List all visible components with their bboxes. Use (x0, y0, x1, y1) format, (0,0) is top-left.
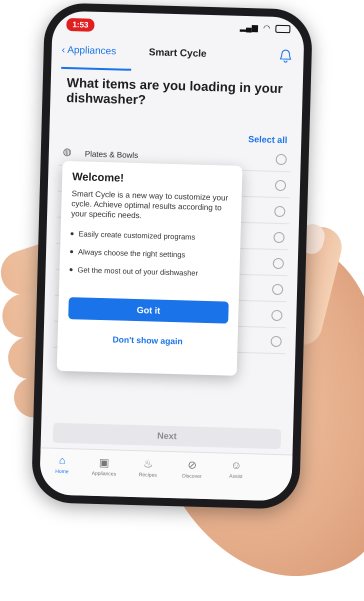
modal-description: Smart Cycle is a new way to customize yo… (71, 189, 229, 221)
home-icon: ⌂ (58, 454, 66, 468)
radio-button[interactable] (273, 231, 285, 244)
tab-bar: ⌂ Home ▣ Appliances ♨ Recipes ⊘ Discover… (39, 447, 293, 502)
radio-button[interactable] (275, 153, 287, 166)
navigation-bar: ‹ Appliances Smart Cycle (61, 41, 294, 69)
phone-screen: 1:53 ▂▄▆ ◠ ‹ Appliances Smart Cycle What… (39, 10, 305, 502)
question-heading: What items are you loading in your dishw… (66, 74, 283, 108)
feature-item: Always choose the right settings (70, 247, 230, 260)
appliance-icon: ▣ (98, 457, 110, 470)
signal-icon: ▂▄▆ (239, 22, 259, 33)
status-bar: 1:53 ▂▄▆ ◠ (66, 17, 291, 38)
assist-icon: ☺ (230, 459, 242, 473)
radio-button[interactable] (271, 309, 283, 322)
radio-button[interactable] (270, 335, 282, 348)
plate-icon: ◍ (62, 146, 72, 159)
tab-label: Home (55, 468, 69, 476)
feature-item: Get the most out of your dishwasher (69, 265, 229, 278)
wifi-icon: ◠ (263, 23, 271, 33)
modal-title: Welcome! (71, 171, 125, 185)
tab-label: Assist (229, 473, 243, 481)
tab-recipes[interactable]: ♨ Recipes (128, 457, 169, 479)
tab-appliances[interactable]: ▣ Appliances (84, 456, 125, 478)
tab-discover[interactable]: ⊘ Discover (172, 458, 213, 480)
radio-button[interactable] (272, 257, 284, 270)
tab-label: Recipes (138, 472, 157, 479)
bell-icon[interactable] (279, 49, 292, 63)
radio-button[interactable] (271, 283, 284, 296)
list-item-label: Plates & Bowls (84, 149, 139, 161)
feature-item: Easily create customized programs (70, 229, 230, 242)
tab-label: Appliances (91, 470, 117, 478)
tab-assist[interactable]: ☺ Assist (216, 459, 257, 480)
tab-home[interactable]: ⌂ Home (42, 454, 83, 475)
compass-icon: ⊘ (187, 459, 197, 472)
smartphone: 1:53 ▂▄▆ ◠ ‹ Appliances Smart Cycle What… (31, 2, 313, 510)
battery-icon (275, 24, 291, 34)
got-it-button[interactable]: Got it (68, 297, 229, 324)
dont-show-again-link[interactable]: Don't show again (58, 333, 238, 348)
tab-label: Discover (182, 473, 202, 480)
status-time: 1:53 (66, 17, 95, 32)
radio-button[interactable] (274, 179, 287, 192)
next-button[interactable]: Next (52, 422, 282, 450)
chef-hat-icon: ♨ (143, 458, 154, 471)
radio-button[interactable] (274, 205, 286, 218)
page-title: Smart Cycle (148, 47, 207, 60)
nav-underline (61, 66, 132, 71)
welcome-modal: Welcome! Smart Cycle is a new way to cus… (56, 160, 243, 376)
status-icons: ▂▄▆ ◠ (237, 22, 291, 34)
select-all-button[interactable]: Select all (248, 134, 287, 145)
feature-list: Easily create customized programs Always… (69, 229, 230, 287)
